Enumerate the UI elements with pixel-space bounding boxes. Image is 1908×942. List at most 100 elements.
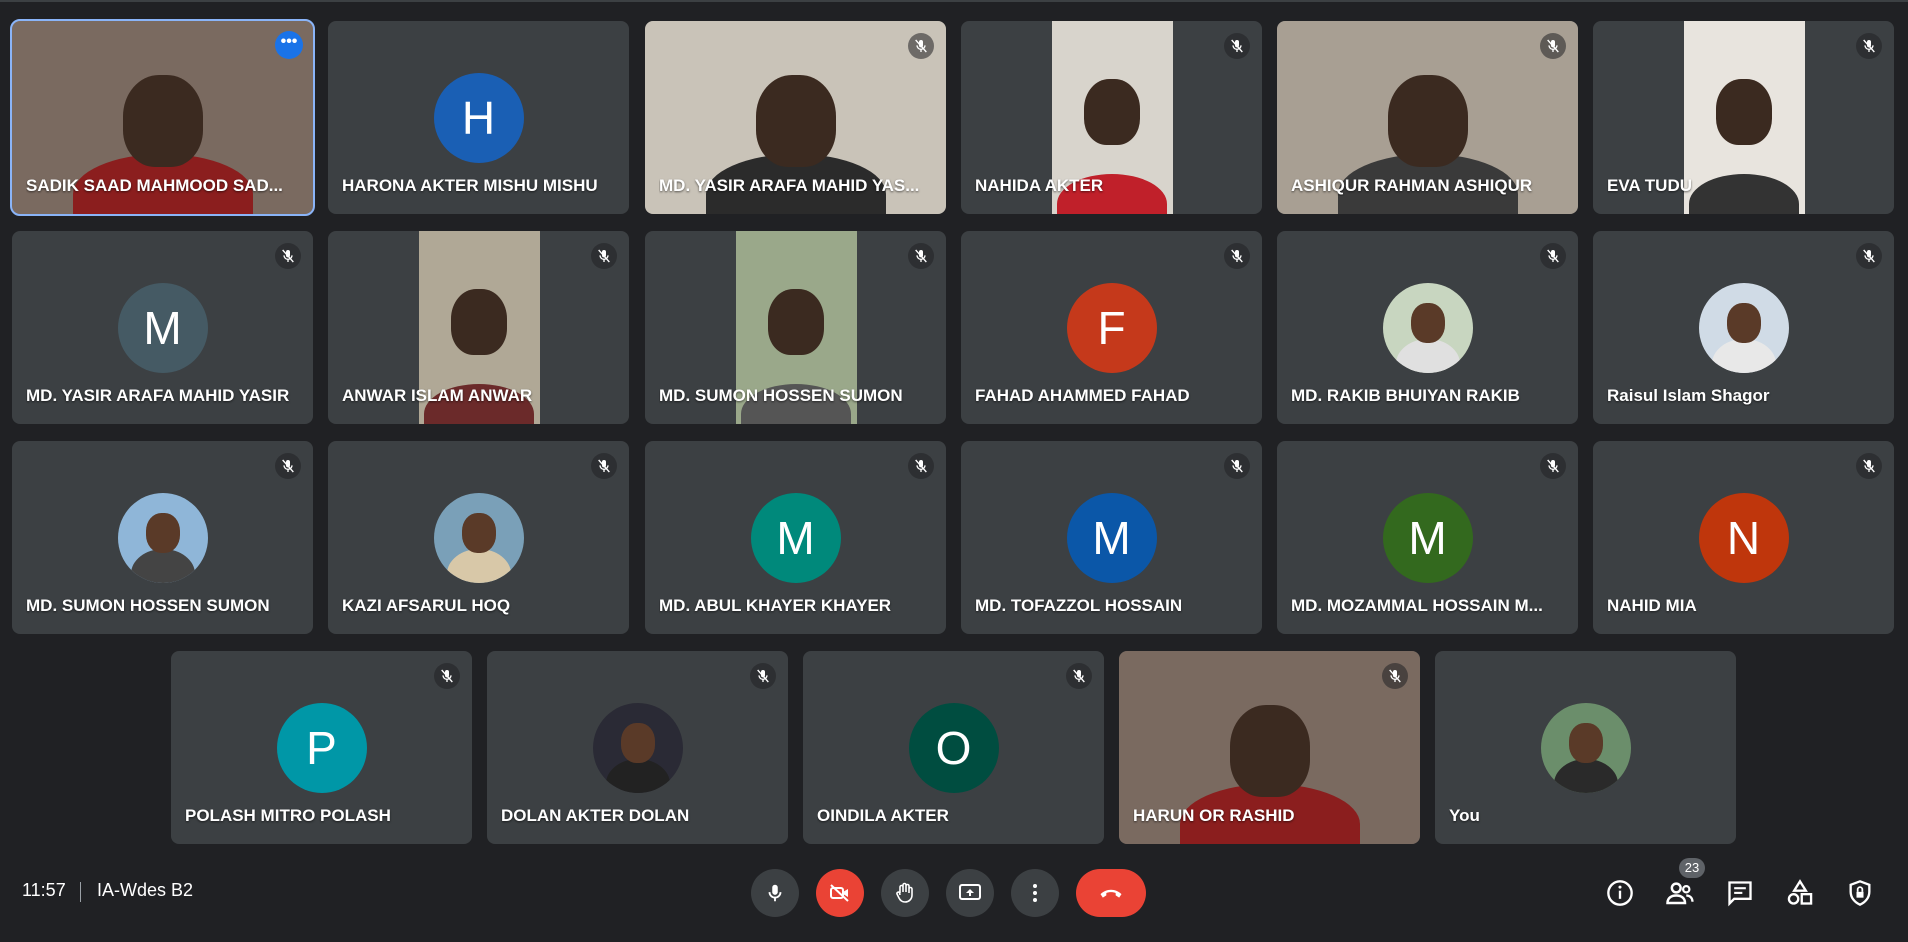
microphone-button[interactable] — [751, 869, 799, 917]
participant-tile[interactable]: MD. SUMON HOSSEN SUMON — [645, 231, 946, 424]
participant-tile[interactable]: DOLAN AKTER DOLAN — [487, 651, 788, 844]
participant-name: OINDILA AKTER — [817, 806, 949, 825]
avatar-initial: P — [276, 703, 367, 793]
mic-off-icon — [1856, 453, 1882, 479]
participant-name: SADIK SAAD MAHMOOD SAD... — [26, 176, 283, 195]
meeting-code: IA-Wdes B2 — [97, 880, 194, 900]
tile-more-options-icon[interactable]: ••• — [275, 31, 303, 59]
participant-tile[interactable]: MD. YASIR ARAFA MAHID YAS... — [645, 21, 946, 214]
participant-tile[interactable]: Raisul Islam Shagor — [1593, 231, 1894, 424]
chat-button[interactable] — [1724, 877, 1756, 909]
mic-off-icon — [1066, 663, 1092, 689]
participant-tile[interactable]: P POLASH MITRO POLASH — [171, 651, 472, 844]
activities-button[interactable] — [1784, 877, 1816, 909]
avatar-photo-head — [461, 513, 496, 553]
mic-off-icon — [1224, 453, 1250, 479]
mic-off-icon — [1382, 663, 1408, 689]
participant-tile[interactable]: M MD. MOZAMMAL HOSSAIN M... — [1277, 441, 1578, 634]
avatar-photo-body — [1553, 759, 1618, 793]
participant-name: MD. RAKIB BHUIYAN RAKIB — [1291, 386, 1520, 405]
participant-name: HARUN OR RASHID — [1133, 806, 1295, 825]
participant-name: You — [1449, 806, 1480, 825]
participant-name: MD. YASIR ARAFA MAHID YAS... — [659, 176, 920, 195]
mic-off-icon — [1224, 243, 1250, 269]
meeting-details-button[interactable] — [1604, 877, 1636, 909]
chat-icon — [1728, 881, 1752, 907]
mic-off-icon — [1224, 33, 1250, 59]
avatar-photo-head — [145, 513, 180, 553]
info-icon — [1607, 880, 1633, 906]
participant-tile[interactable]: ••• SADIK SAAD MAHMOOD SAD... — [10, 19, 315, 216]
video-person-head — [1716, 78, 1772, 145]
camera-toggle-button[interactable] — [816, 869, 864, 917]
mic-off-icon — [275, 453, 301, 479]
participant-name: KAZI AFSARUL HOQ — [342, 596, 511, 615]
participant-tile[interactable]: F FAHAD AHAMMED FAHAD — [961, 231, 1262, 424]
avatar-photo-head — [1726, 303, 1761, 343]
avatar-photo-body — [1711, 339, 1776, 373]
video-person-head — [451, 288, 507, 355]
camera-off-icon — [830, 884, 849, 902]
host-controls-button[interactable] — [1844, 877, 1876, 909]
participant-tile[interactable]: M MD. ABUL KHAYER KHAYER — [645, 441, 946, 634]
video-person-head — [768, 288, 824, 355]
mic-off-icon — [591, 453, 617, 479]
participant-name: Raisul Islam Shagor — [1607, 386, 1770, 405]
avatar-photo-body — [1395, 339, 1460, 373]
people-icon — [1666, 882, 1694, 905]
participant-name: NAHID MIA — [1607, 596, 1697, 615]
participant-tile[interactable]: N NAHID MIA — [1593, 441, 1894, 634]
participant-tile[interactable]: M MD. YASIR ARAFA MAHID YASIR — [12, 231, 313, 424]
participant-tile[interactable]: HARUN OR RASHID — [1119, 651, 1420, 844]
mic-off-icon — [591, 243, 617, 269]
avatar-photo-body — [605, 759, 670, 793]
participant-name: EVA TUDU — [1607, 176, 1692, 195]
avatar-initial: O — [908, 703, 999, 793]
mic-off-icon — [750, 663, 776, 689]
mic-off-icon — [908, 453, 934, 479]
participant-tile[interactable]: ASHIQUR RAHMAN ASHIQUR — [1277, 21, 1578, 214]
participant-tile[interactable]: NAHIDA AKTER — [961, 21, 1262, 214]
participant-name: HARONA AKTER MISHU MISHU — [342, 176, 598, 195]
avatar-photo-head — [620, 723, 655, 763]
avatar-initial: F — [1066, 283, 1157, 373]
divider — [80, 882, 81, 902]
mic-off-icon — [1540, 243, 1566, 269]
avatar-photo-head — [1568, 723, 1603, 763]
participant-tile[interactable]: O OINDILA AKTER — [803, 651, 1104, 844]
participant-tile[interactable]: MD. SUMON HOSSEN SUMON — [12, 441, 313, 634]
mic-off-icon — [275, 243, 301, 269]
clock: 11:57 — [22, 880, 66, 900]
mic-off-icon — [434, 663, 460, 689]
participant-name: MD. ABUL KHAYER KHAYER — [659, 596, 892, 615]
participant-tile[interactable]: EVA TUDU — [1593, 21, 1894, 214]
video-person-head — [1084, 78, 1140, 145]
avatar-initial: N — [1698, 493, 1789, 583]
leave-call-button[interactable] — [1076, 869, 1146, 917]
mic-off-icon — [1856, 243, 1882, 269]
participant-tile[interactable]: M MD. TOFAZZOL HOSSAIN — [961, 441, 1262, 634]
avatar-initial: M — [750, 493, 841, 583]
top-border — [0, 0, 1908, 2]
participant-tile[interactable]: You — [1435, 651, 1736, 844]
mic-off-icon — [1540, 453, 1566, 479]
avatar-initial: M — [1382, 493, 1473, 583]
participant-tile[interactable]: KAZI AFSARUL HOQ — [328, 441, 629, 634]
video-person-head — [122, 75, 203, 168]
mic-off-icon — [1540, 33, 1566, 59]
participant-tile[interactable]: MD. RAKIB BHUIYAN RAKIB — [1277, 231, 1578, 424]
people-button[interactable] — [1664, 877, 1696, 909]
participant-name: FAHAD AHAMMED FAHAD — [975, 386, 1190, 405]
avatar-photo-body — [446, 549, 511, 583]
participant-name: POLASH MITRO POLASH — [185, 806, 391, 825]
avatar-photo-body — [130, 549, 195, 583]
present-now-button[interactable] — [946, 869, 994, 917]
avatar-photo — [592, 703, 683, 793]
raise-hand-button[interactable] — [881, 869, 929, 917]
participant-name: MD. TOFAZZOL HOSSAIN — [975, 596, 1183, 615]
more-options-button[interactable] — [1011, 869, 1059, 917]
avatar-initial: M — [1066, 493, 1157, 583]
participant-tile[interactable]: H HARONA AKTER MISHU MISHU — [328, 21, 629, 214]
activities-icon — [1787, 879, 1813, 905]
participant-tile[interactable]: ANWAR ISLAM ANWAR — [328, 231, 629, 424]
